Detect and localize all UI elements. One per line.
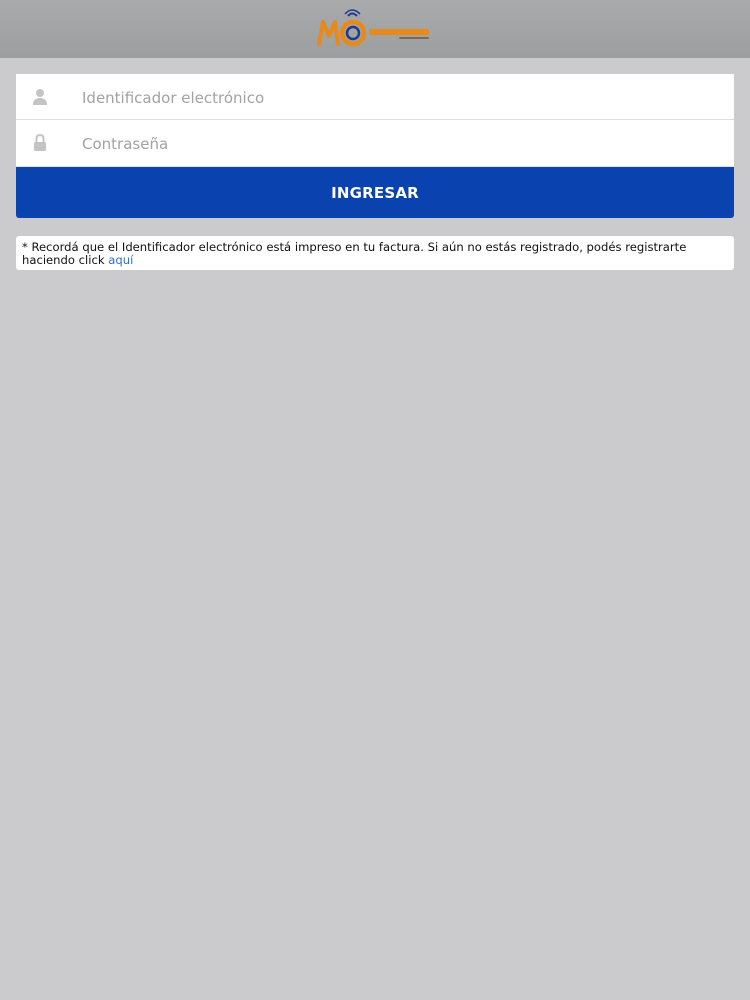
login-button[interactable]: INGRESAR xyxy=(16,167,734,218)
registration-notice: * Recordá que el Identificador electróni… xyxy=(16,236,734,270)
register-link[interactable]: aquí xyxy=(108,253,133,267)
password-input[interactable] xyxy=(80,120,724,167)
brand-logo xyxy=(317,9,429,47)
user-icon xyxy=(33,89,47,105)
identifier-field-row xyxy=(16,74,734,121)
password-field-row xyxy=(16,120,734,167)
login-form xyxy=(16,74,734,167)
header-bar xyxy=(0,0,750,58)
identifier-input[interactable] xyxy=(80,74,724,121)
lock-icon xyxy=(34,134,46,151)
